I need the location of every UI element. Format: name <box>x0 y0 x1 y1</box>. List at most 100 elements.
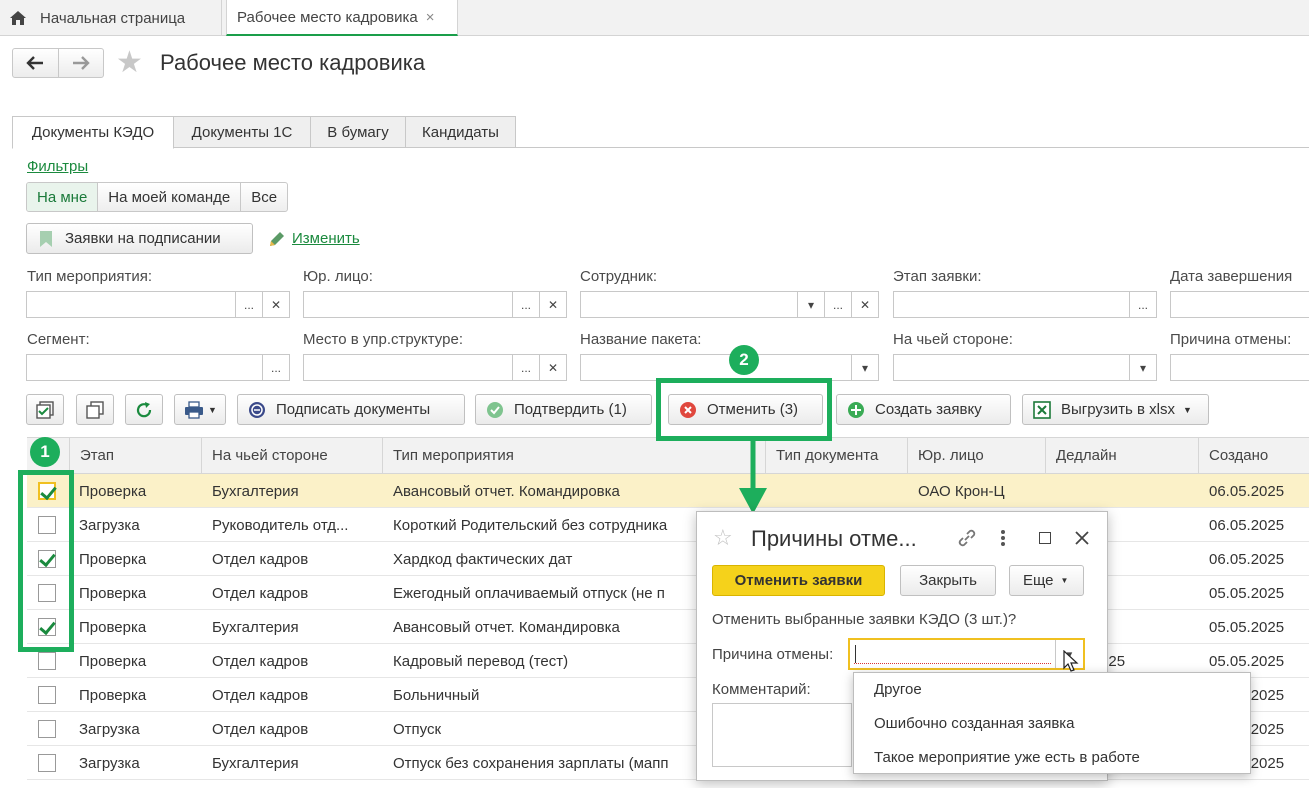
plus-circle-icon <box>848 401 864 418</box>
row-checkbox[interactable] <box>38 754 56 772</box>
confirm-button[interactable]: Подтвердить (1) <box>475 394 652 425</box>
requests-on-signing-label: Заявки на подписании <box>65 230 221 247</box>
column-event-type[interactable]: Тип мероприятия <box>382 437 765 474</box>
link-icon[interactable] <box>957 528 977 548</box>
select-all-button[interactable] <box>26 394 64 425</box>
table-row[interactable]: Проверка Бухгалтерия Авансовый отчет. Кома… <box>27 474 1309 508</box>
clear-icon[interactable]: ✕ <box>539 355 566 380</box>
comment-label: Комментарий: <box>712 681 811 698</box>
employee-input[interactable]: ▾... ✕ <box>580 291 879 318</box>
tab-kedo-documents[interactable]: Документы КЭДО <box>12 116 174 149</box>
cell-stage: Проверка <box>79 618 147 636</box>
tab-candidates[interactable]: Кандидаты <box>405 116 516 148</box>
cell-side: Бухгалтерия <box>212 482 299 500</box>
requests-on-signing-button[interactable]: Заявки на подписании <box>26 223 253 254</box>
cell-side: Руководитель отд... <box>212 516 349 534</box>
stage-label: Этап заявки: <box>893 268 982 285</box>
option-already-in-progress[interactable]: Такое мероприятие уже есть в работе <box>874 749 1140 766</box>
cell-created: 05.05.2025 <box>1209 584 1285 602</box>
segment-on-me[interactable]: На мне <box>27 183 98 211</box>
cancel-reason-input[interactable]: ▾ <box>848 638 1085 670</box>
maximize-icon[interactable] <box>1039 532 1051 544</box>
segment-input[interactable]: ... <box>26 354 290 381</box>
select-button[interactable]: ... <box>512 355 539 380</box>
legal-entity-input[interactable]: ... ✕ <box>303 291 567 318</box>
filters-link[interactable]: Фильтры <box>27 158 88 175</box>
more-label: Еще <box>1023 572 1054 589</box>
tab-home[interactable]: Начальная страница <box>0 0 222 36</box>
column-doc-type[interactable]: Тип документа <box>765 437 907 474</box>
cancel-requests-button[interactable]: Отменить заявки <box>712 565 885 596</box>
event-type-input[interactable]: ... ✕ <box>26 291 290 318</box>
structure-place-label: Место в упр.структуре: <box>303 331 463 348</box>
option-other[interactable]: Другое <box>874 681 922 698</box>
table-row[interactable]: Проверка Отдел кадров Ежегодный оплачиваем… <box>27 576 1309 610</box>
column-created[interactable]: Создано <box>1198 437 1309 474</box>
end-date-input[interactable] <box>1170 291 1309 318</box>
sign-documents-button[interactable]: Подписать документы <box>237 394 465 425</box>
stage-input[interactable]: ... <box>893 291 1157 318</box>
table-row[interactable]: Загрузка Руководитель отд... Короткий Роди… <box>27 508 1309 542</box>
refresh-button[interactable] <box>125 394 163 425</box>
select-button[interactable]: ... <box>235 292 262 317</box>
select-button[interactable]: ... <box>824 292 851 317</box>
cancel-reason-dropdown: Другое Ошибочно созданная заявка Такое м… <box>853 672 1251 774</box>
cell-stage: Загрузка <box>79 720 140 738</box>
page-title: Рабочее место кадровика <box>160 50 426 75</box>
select-button[interactable]: ... <box>1129 292 1156 317</box>
tab-1c-documents[interactable]: Документы 1С <box>173 116 311 148</box>
cell-side: Бухгалтерия <box>212 618 299 636</box>
table-row[interactable]: Проверка Отдел кадров Хардкод фактических … <box>27 542 1309 576</box>
whose-side-input[interactable]: ▾ <box>893 354 1157 381</box>
option-created-by-mistake[interactable]: Ошибочно созданная заявка <box>874 715 1075 732</box>
segment-all[interactable]: Все <box>240 183 287 211</box>
more-vert-icon[interactable] <box>999 528 1007 548</box>
column-side[interactable]: На чьей стороне <box>201 437 382 474</box>
export-xlsx-label: Выгрузить в xlsx <box>1061 401 1176 418</box>
copy-button[interactable] <box>76 394 114 425</box>
arrow-right-icon <box>72 56 90 70</box>
column-legal-entity[interactable]: Юр. лицо <box>907 437 1045 474</box>
cell-stage: Проверка <box>79 652 147 670</box>
dropdown-arrow-icon[interactable]: ▾ <box>797 292 824 317</box>
select-button[interactable]: ... <box>262 355 289 380</box>
cell-doc <box>776 474 904 508</box>
row-checkbox[interactable] <box>38 652 56 670</box>
row-checkbox[interactable] <box>38 686 56 704</box>
structure-place-input[interactable]: ... ✕ <box>303 354 567 381</box>
tab-hr-workplace[interactable]: Рабочее место кадровика × <box>226 0 458 36</box>
clear-icon[interactable]: ✕ <box>262 292 289 317</box>
dropdown-arrow-icon[interactable]: ▾ <box>1129 355 1156 380</box>
legal-entity-label: Юр. лицо: <box>303 268 373 285</box>
export-xlsx-button[interactable]: Выгрузить в xlsx ▼ <box>1022 394 1209 425</box>
chevron-down-icon: ▼ <box>1183 404 1192 415</box>
column-deadline[interactable]: Дедлайн <box>1045 437 1198 474</box>
print-button[interactable]: ▼ <box>174 394 226 425</box>
favorite-star-icon[interactable]: ★ <box>116 47 143 79</box>
segment-my-team[interactable]: На моей команде <box>97 183 240 211</box>
favorite-star-icon[interactable]: ☆ <box>713 525 733 551</box>
dropdown-arrow-icon[interactable]: ▾ <box>851 355 878 380</box>
clear-icon[interactable]: ✕ <box>539 292 566 317</box>
create-request-button[interactable]: Создать заявку <box>836 394 1011 425</box>
row-checkbox[interactable] <box>38 720 56 738</box>
close-icon[interactable]: × <box>426 9 435 26</box>
clear-icon[interactable]: ✕ <box>851 292 878 317</box>
annotation-box-cancel <box>656 378 832 441</box>
close-icon[interactable] <box>1074 530 1090 546</box>
tab-to-paper[interactable]: В бумагу <box>310 116 406 148</box>
close-button[interactable]: Закрыть <box>900 565 996 596</box>
mouse-cursor-icon <box>1063 650 1079 672</box>
table-row[interactable]: Проверка Бухгалтерия Авансовый отчет. Кома… <box>27 610 1309 644</box>
cell-side: Отдел кадров <box>212 720 309 738</box>
cancel-reason-filter-input[interactable] <box>1170 354 1309 381</box>
comment-textarea[interactable] <box>712 703 852 767</box>
select-button[interactable]: ... <box>512 292 539 317</box>
cell-deadline <box>1050 474 1195 508</box>
forward-button[interactable] <box>57 49 104 77</box>
more-button[interactable]: Еще ▼ <box>1009 565 1084 596</box>
column-stage[interactable]: Этап <box>69 437 201 474</box>
back-button[interactable] <box>13 49 58 77</box>
dialog-title: Причины отме... <box>751 526 917 551</box>
change-link[interactable]: Изменить <box>292 230 360 247</box>
